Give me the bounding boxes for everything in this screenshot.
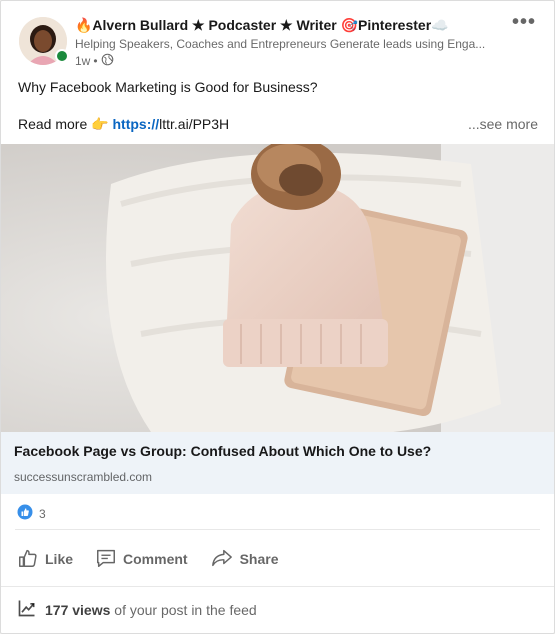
post-actions: Like Comment Share [9, 539, 293, 579]
social-counts[interactable]: 3 [17, 504, 46, 523]
link-scheme: https:// [112, 116, 160, 132]
comment-button[interactable]: Comment [87, 541, 196, 578]
like-button[interactable]: Like [9, 541, 81, 578]
analytics-icon [17, 598, 37, 621]
author-name[interactable]: 🔥Alvern Bullard ★ Podcaster ★ Writer 🎯Pi… [75, 17, 449, 34]
author-avatar[interactable] [19, 17, 69, 65]
post-link[interactable]: https://lttr.ai/PP3H [112, 116, 229, 132]
article-title[interactable]: Facebook Page vs Group: Confused About W… [14, 443, 431, 459]
post-text-line1: Why Facebook Marketing is Good for Busin… [18, 79, 318, 95]
share-button[interactable]: Share [202, 541, 287, 578]
read-more-text: Read more [18, 116, 88, 132]
views-suffix: of your post in the feed [114, 601, 257, 618]
comment-label: Comment [123, 551, 188, 567]
post-header: 🔥Alvern Bullard ★ Podcaster ★ Writer 🎯Pi… [15, 12, 540, 69]
share-label: Share [239, 551, 279, 567]
author-headline: Helping Speakers, Coaches and Entreprene… [75, 37, 486, 51]
post-time: 1w [75, 54, 91, 68]
divider [1, 586, 554, 587]
article-image[interactable] [1, 144, 554, 432]
like-reaction-icon [17, 504, 33, 523]
share-icon [210, 547, 234, 572]
reaction-count: 3 [39, 506, 46, 521]
article-domain: successunscrambled.com [14, 470, 153, 484]
see-more-button[interactable]: ...see more [468, 116, 538, 132]
globe-icon [101, 53, 114, 69]
like-icon [17, 547, 39, 572]
post-text-line2: Read more 👉 https://lttr.ai/PP3H ...see … [18, 116, 538, 133]
comment-icon [95, 547, 117, 572]
pointing-hand-icon: 👉 [91, 116, 109, 132]
overflow-menu-icon[interactable]: ••• [512, 12, 536, 32]
post-meta: 1w • [75, 53, 114, 69]
post-analytics[interactable]: 177 views of your post in the feed [17, 598, 257, 621]
online-status-dot [55, 49, 69, 63]
feed-post-card: 🔥Alvern Bullard ★ Podcaster ★ Writer 🎯Pi… [0, 0, 555, 634]
meta-separator: • [93, 54, 98, 68]
views-count: 177 views [45, 601, 111, 618]
like-label: Like [45, 551, 74, 567]
article-preview[interactable]: Facebook Page vs Group: Confused About W… [1, 432, 554, 494]
divider [15, 529, 540, 530]
link-rest: lttr.ai/PP3H [159, 116, 230, 132]
